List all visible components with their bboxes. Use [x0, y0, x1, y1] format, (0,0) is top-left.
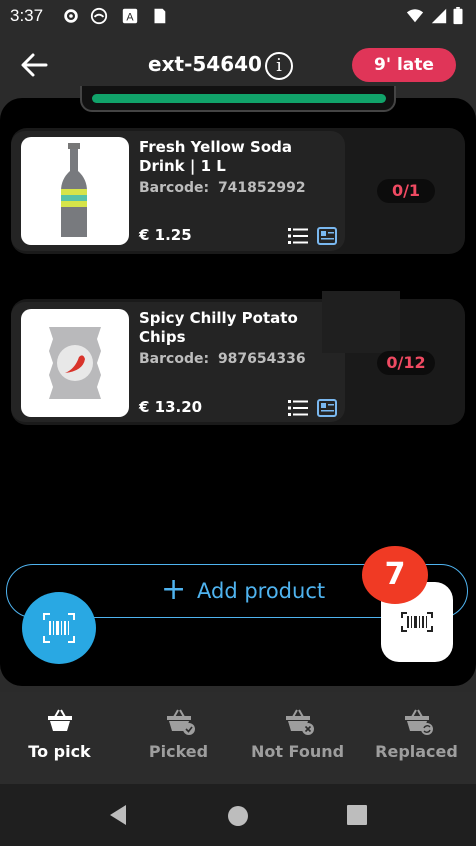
nav-back-icon[interactable] — [108, 804, 128, 826]
product-image-chips — [21, 309, 129, 417]
battery-icon — [453, 7, 463, 25]
product-price: € 13.20 — [139, 398, 203, 416]
screen: 3:37 A ext-54640 i 9' late Fresh Yellow … — [0, 0, 476, 846]
bottom-tab-bar: To pick Picked Not Found Replaced — [0, 692, 476, 784]
app-notification-icon — [90, 7, 108, 25]
keyboard-icon: A — [122, 8, 138, 24]
status-bar: 3:37 A — [0, 0, 476, 32]
quantity-badge: 0/1 — [377, 179, 435, 203]
plus-icon: + — [161, 572, 187, 607]
settings-icon — [64, 9, 78, 23]
tab-picked[interactable]: Picked — [119, 692, 238, 784]
basket-x-icon — [286, 709, 314, 735]
tab-label: Replaced — [375, 742, 458, 761]
product-details-icon[interactable] — [317, 227, 337, 245]
product-name: Spicy Chilly Potato Chips — [139, 309, 298, 346]
product-card[interactable]: Fresh Yellow Soda Drink | 1 L Barcode: 7… — [11, 128, 465, 254]
sd-card-icon — [154, 8, 166, 24]
list-icon[interactable] — [288, 227, 308, 245]
product-image-soda — [21, 137, 129, 245]
list-icon[interactable] — [288, 399, 308, 417]
barcode-scan-icon — [43, 613, 75, 643]
product-details-icon[interactable] — [317, 399, 337, 417]
tab-label: Not Found — [250, 742, 345, 761]
swipe-action-overlay — [322, 291, 400, 353]
barcode-label: Barcode: — [139, 180, 210, 196]
tab-label: To pick — [28, 742, 91, 761]
signal-icon — [431, 8, 447, 24]
quantity-badge: 0/12 — [377, 351, 435, 375]
product-name: Fresh Yellow Soda Drink | 1 L — [139, 138, 292, 175]
order-title: ext-54640 — [148, 52, 262, 76]
info-icon[interactable]: i — [265, 52, 293, 80]
product-barcode: Barcode: 987654336 — [139, 351, 306, 367]
scan-barcode-button[interactable] — [22, 592, 96, 664]
late-badge: 9' late — [352, 48, 456, 82]
basket-icon — [48, 709, 72, 731]
product-card[interactable]: Spicy Chilly Potato Chips Barcode: 98765… — [11, 291, 465, 425]
svg-text:A: A — [126, 12, 134, 24]
product-price: € 1.25 — [139, 226, 192, 244]
basket-check-icon — [167, 709, 195, 735]
nav-home-icon[interactable] — [227, 805, 249, 827]
soda-bottle-icon — [61, 143, 87, 237]
add-product-label: Add product — [197, 579, 326, 603]
scan-count-badge: 7 — [362, 546, 428, 604]
barcode-value: 987654336 — [217, 351, 306, 367]
barcode-label: Barcode: — [139, 351, 210, 367]
status-time: 3:37 — [10, 6, 44, 25]
wifi-icon — [406, 9, 424, 23]
tab-to-pick[interactable]: To pick — [0, 692, 119, 784]
tab-replaced[interactable]: Replaced — [357, 692, 476, 784]
system-nav-bar — [0, 784, 476, 846]
tab-not-found[interactable]: Not Found — [238, 692, 357, 784]
product-barcode: Barcode: 741852992 — [139, 180, 306, 196]
nav-recents-icon[interactable] — [347, 805, 367, 825]
barcode-value: 741852992 — [217, 180, 306, 196]
basket-replace-icon — [405, 709, 433, 735]
progress-bar — [92, 94, 386, 103]
chips-bag-icon — [49, 327, 101, 399]
tab-label: Picked — [148, 742, 209, 761]
